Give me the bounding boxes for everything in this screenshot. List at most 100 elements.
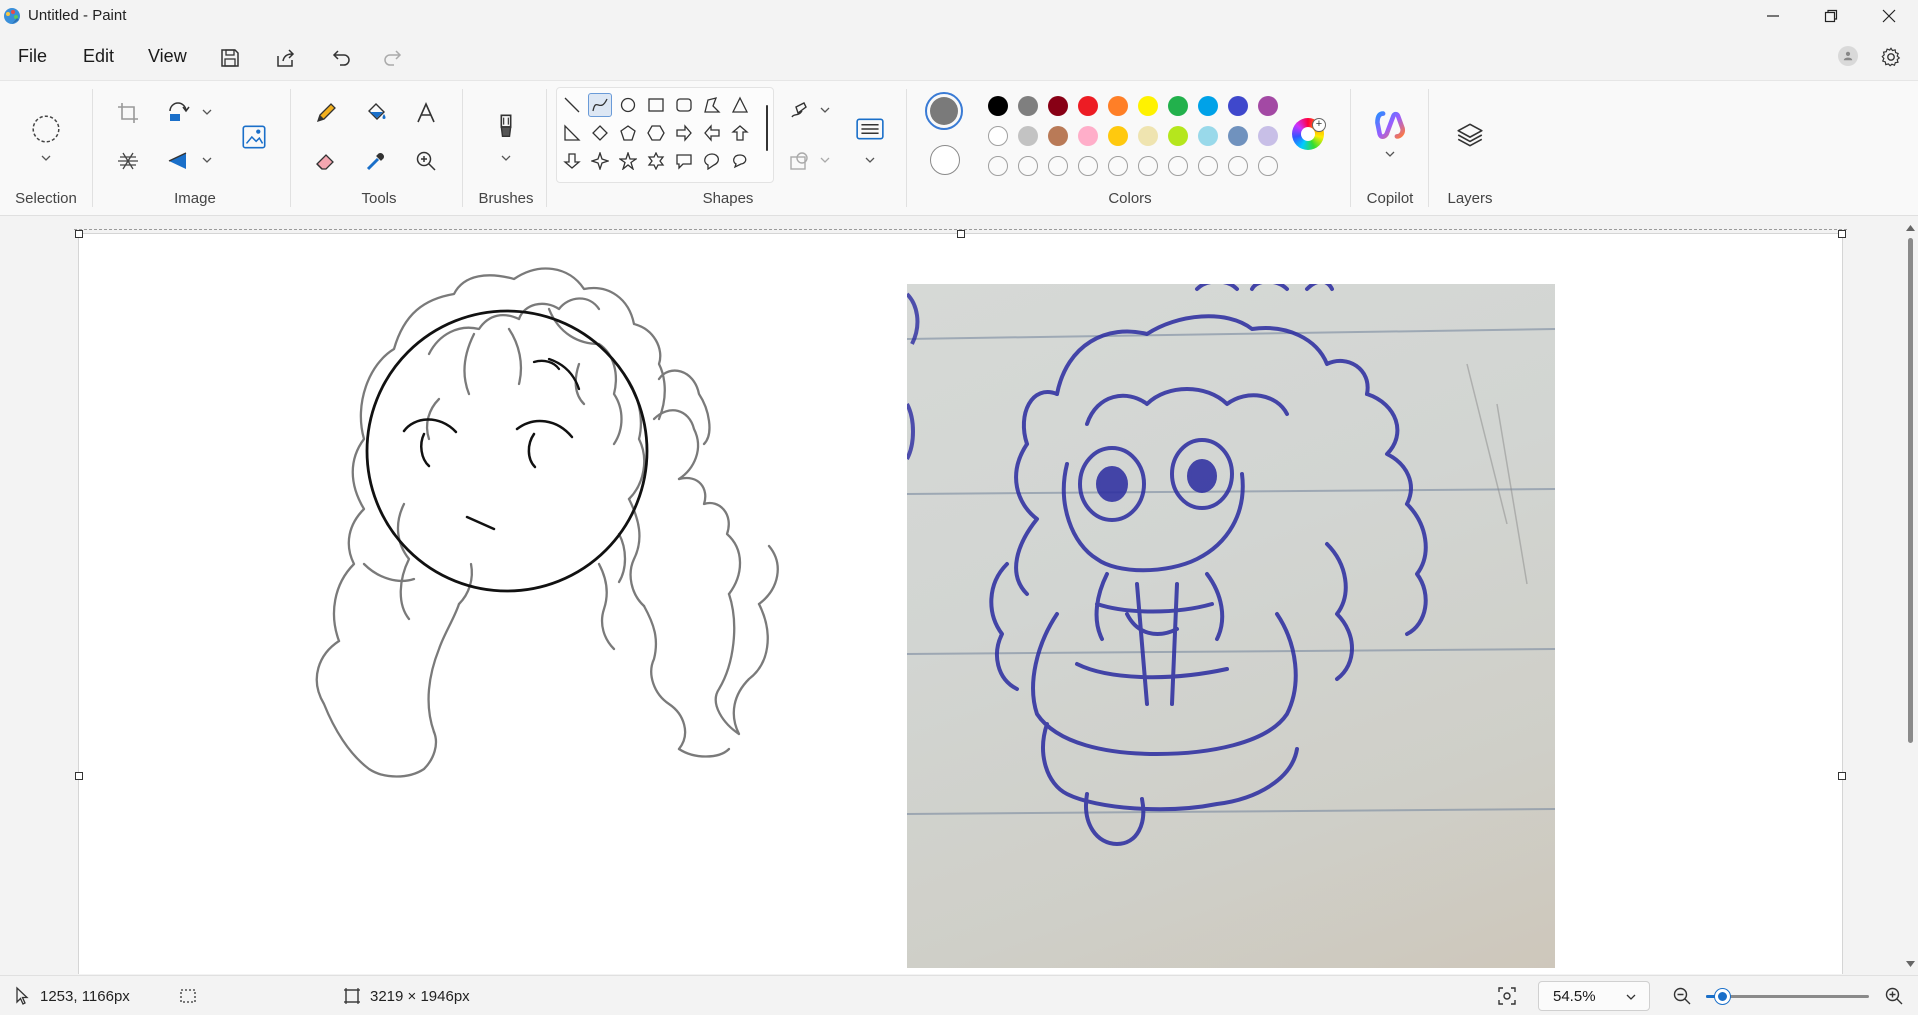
shape-left-arrow[interactable] [700,121,724,145]
color-swatch[interactable] [1048,96,1068,116]
fill-tool[interactable] [358,95,394,131]
custom-color-slot[interactable] [1228,156,1248,176]
menu-view[interactable]: View [144,44,191,69]
custom-color-slot[interactable] [1198,156,1218,176]
custom-color-slot[interactable] [1078,156,1098,176]
color-swatch[interactable] [1258,126,1278,146]
shape-fill-button[interactable] [782,143,818,179]
layers-button[interactable] [1450,115,1490,155]
color-swatch[interactable] [1048,126,1068,146]
color-swatch[interactable] [1078,96,1098,116]
eraser-tool[interactable] [308,143,344,179]
shape-oval-callout[interactable] [700,149,724,173]
undo-button[interactable] [326,42,358,74]
selection-dropdown[interactable] [39,151,53,165]
image-generator-button[interactable] [234,117,274,157]
zoom-slider[interactable] [1706,989,1869,1004]
rotate-dropdown[interactable] [200,105,214,119]
copilot-button[interactable] [1370,105,1410,145]
scroll-down-icon[interactable] [1906,960,1915,968]
stroke-size-dropdown[interactable] [863,153,877,167]
fill-dropdown[interactable] [818,153,832,167]
color-swatch[interactable] [1168,96,1188,116]
stroke-size-button[interactable] [850,109,890,149]
shape-five-point-star[interactable] [616,149,640,173]
redo-button[interactable] [376,42,408,74]
scroll-up-icon[interactable] [1906,224,1915,232]
profile-avatar[interactable] [1838,46,1858,66]
brushes-button[interactable] [486,107,526,147]
color-swatch[interactable] [1108,96,1128,116]
copilot-dropdown[interactable] [1383,147,1397,161]
custom-color-slot[interactable] [1168,156,1188,176]
primary-color[interactable] [925,92,963,130]
vertical-scrollbar[interactable] [1902,220,1918,972]
share-button[interactable] [270,42,302,74]
color-swatch[interactable] [1168,126,1188,146]
custom-color-slot[interactable] [1138,156,1158,176]
color-swatch[interactable] [1198,96,1218,116]
magnifier-tool[interactable] [408,143,444,179]
resize-handle-top-right[interactable] [1838,230,1846,238]
shape-cloud-callout[interactable] [728,149,752,173]
color-swatch[interactable] [1138,126,1158,146]
shape-rect-callout[interactable] [672,149,696,173]
shape-polygon[interactable] [700,93,724,117]
drawing-canvas[interactable] [75,230,1846,974]
resize-handle-top[interactable] [957,230,965,238]
shape-up-arrow[interactable] [728,121,752,145]
shape-rounded-rectangle[interactable] [672,93,696,117]
color-swatch[interactable] [1258,96,1278,116]
zoom-slider-knob[interactable] [1715,989,1731,1004]
text-tool[interactable] [408,95,444,131]
outline-dropdown[interactable] [818,103,832,117]
color-swatch[interactable] [1078,126,1098,146]
color-swatch[interactable] [1018,96,1038,116]
color-swatch[interactable] [1228,126,1248,146]
color-swatch[interactable] [988,96,1008,116]
color-picker-tool[interactable] [358,143,394,179]
shape-six-point-star[interactable] [644,149,668,173]
shape-rectangle[interactable] [644,93,668,117]
shape-triangle[interactable] [728,93,752,117]
fit-to-window-icon[interactable] [1497,986,1517,1006]
resize-button[interactable] [110,143,146,179]
settings-button[interactable] [1876,42,1906,72]
flip-dropdown[interactable] [200,153,214,167]
zoom-in-icon[interactable] [1884,986,1904,1006]
resize-handle-right[interactable] [1838,772,1846,780]
scrollbar-thumb[interactable] [1908,238,1913,743]
zoom-level-dropdown[interactable]: 54.5% [1538,981,1650,1011]
crop-button[interactable] [110,95,146,131]
restore-button[interactable] [1802,0,1860,32]
pencil-tool[interactable] [308,95,344,131]
selection-tool[interactable] [26,109,66,149]
shape-right-triangle[interactable] [560,121,584,145]
menu-file[interactable]: File [14,44,51,69]
zoom-out-icon[interactable] [1672,986,1692,1006]
shape-right-arrow[interactable] [672,121,696,145]
shape-oval[interactable] [616,93,640,117]
shape-diamond[interactable] [588,121,612,145]
custom-color-slot[interactable] [988,156,1008,176]
resize-handle-top-left[interactable] [75,230,83,238]
brushes-dropdown[interactable] [499,151,513,165]
color-swatch[interactable] [1108,126,1128,146]
shape-down-arrow[interactable] [560,149,584,173]
color-swatch[interactable] [1198,126,1218,146]
secondary-color[interactable] [930,145,960,175]
shape-hexagon[interactable] [644,121,668,145]
shape-four-point-star[interactable] [588,149,612,173]
shape-outline-button[interactable] [782,93,818,129]
menu-edit[interactable]: Edit [79,44,118,69]
shape-curve[interactable] [588,93,612,117]
flip-button[interactable] [160,143,196,179]
shapes-scrollbar[interactable] [766,105,768,151]
color-swatch[interactable] [988,126,1008,146]
minimize-button[interactable] [1744,0,1802,32]
custom-color-slot[interactable] [1018,156,1038,176]
custom-color-slot[interactable] [1108,156,1128,176]
shape-pentagon[interactable] [616,121,640,145]
custom-color-slot[interactable] [1048,156,1068,176]
save-button[interactable] [214,42,246,74]
